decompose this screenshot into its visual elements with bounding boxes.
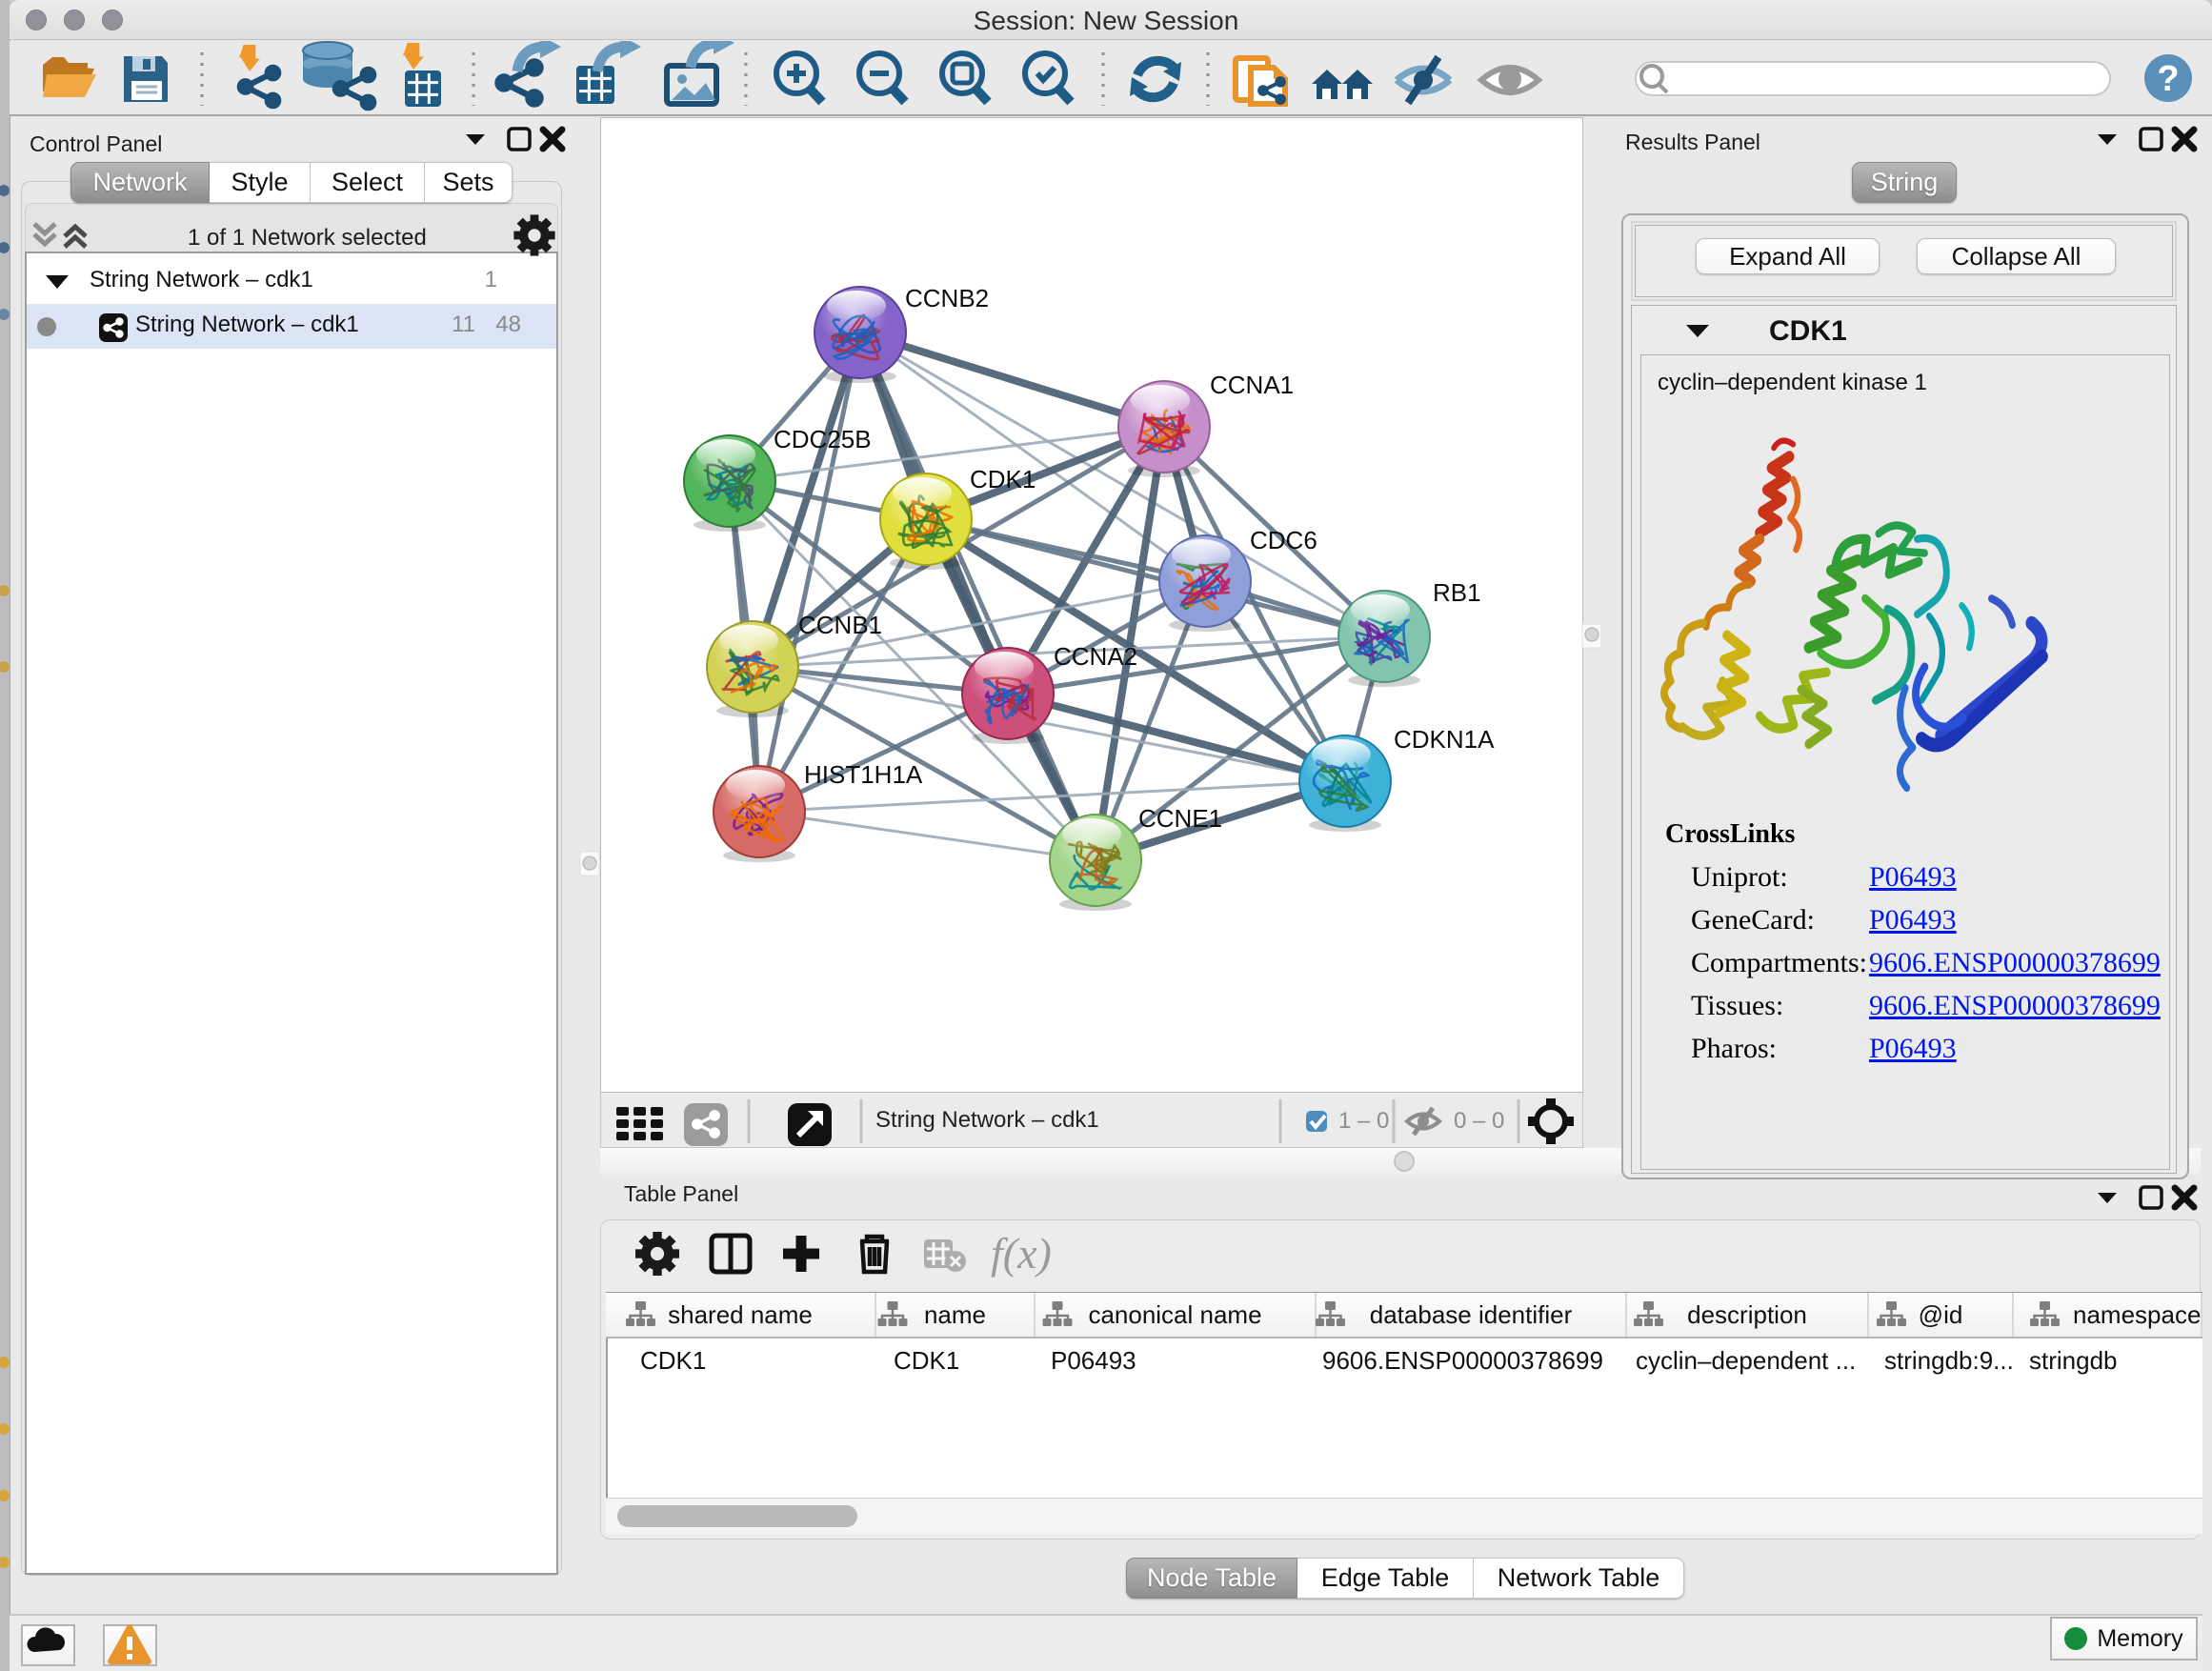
svg-text:f(x): f(x) <box>991 1229 1052 1278</box>
